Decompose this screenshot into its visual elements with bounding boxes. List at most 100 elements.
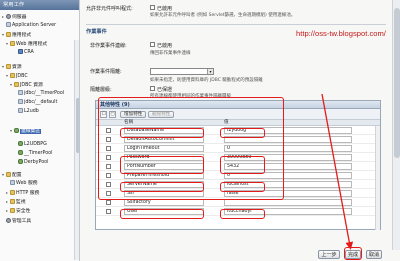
property-value-input[interactable]: 0 — [224, 172, 352, 179]
properties-toolbar: ☐ ▢ 增加特性 刪除特性 — [96, 109, 380, 120]
database-icon — [18, 159, 23, 164]
allow-non-component-help: 如果允許非元件呼叫者 (例如 Servlet篩選，生命週期模組) 使用連線池。 — [150, 13, 296, 18]
tree-item-admin-tools[interactable]: 管理工具 — [2, 217, 31, 226]
table-row: ServerName localhost — [96, 180, 380, 189]
row-checkbox[interactable] — [106, 128, 111, 133]
tree-item-applications[interactable]: ▾ 應用程式 — [2, 30, 31, 39]
row-checkbox[interactable] — [106, 182, 111, 187]
property-value-input[interactable] — [224, 199, 352, 206]
properties-scrollbar[interactable] — [375, 126, 380, 230]
tree-item-server[interactable]: ▸ 伺服器 — [2, 12, 26, 21]
property-name-input[interactable]: Sslfactory — [124, 199, 204, 206]
table-row: User itucchaoyi — [96, 207, 380, 216]
tree-item-jdbc-resources[interactable]: ▾ JDBC 資源 — [10, 80, 43, 89]
property-value-input[interactable]: 5432 — [224, 163, 352, 170]
tree-item-security[interactable]: ▸ 安全性 — [6, 206, 30, 215]
guaranteed-checkbox[interactable] — [150, 86, 155, 91]
folder-icon — [10, 199, 15, 204]
tree-item-configuration[interactable]: ▾ 配置 — [2, 170, 22, 179]
property-value-input[interactable]: l2ydoog — [224, 127, 352, 134]
allow-non-component-checkbox[interactable] — [150, 5, 155, 10]
gear-icon — [6, 218, 11, 223]
tree-item-jdbc-default[interactable]: jdbc/__default — [18, 98, 57, 107]
tree-item-web-services[interactable]: Web 服務 — [10, 179, 38, 188]
allow-non-component-checkbox-label: 已啟用 — [157, 6, 173, 12]
property-name-input[interactable]: ServerName — [124, 181, 204, 188]
non-transactional-help: 傳回非作業事件連線 — [150, 51, 191, 56]
properties-rows: DatabaseName l2ydoog DefaultAutoCommit Lo… — [96, 126, 380, 226]
chevron-down-icon[interactable]: ▾ — [207, 69, 213, 74]
property-name-input[interactable]: DatabaseName — [124, 127, 204, 134]
row-checkbox[interactable] — [106, 155, 111, 160]
isolation-level-label: 隔離層級: — [90, 87, 112, 93]
row-checkbox[interactable] — [106, 191, 111, 196]
delete-property-button[interactable]: 刪除特性 — [148, 111, 175, 118]
property-name-input[interactable]: LoginTimeout — [124, 145, 204, 152]
previous-button[interactable]: 上一步 — [318, 250, 340, 259]
folder-icon — [10, 41, 15, 46]
tree-item-cra[interactable]: CRA — [14, 48, 34, 57]
table-row: Sslfactory — [96, 198, 380, 207]
isolation-select[interactable]: ▾ — [150, 68, 214, 75]
property-name-input[interactable]: Ssl — [124, 190, 204, 197]
sidebar-scroll-thumb[interactable] — [75, 98, 80, 153]
tree-item-l2udb[interactable]: L2udb — [18, 107, 39, 116]
tree-item-resources[interactable]: ▾ 資源 — [2, 62, 22, 71]
table-row: DefaultAutoCommit — [96, 135, 380, 144]
properties-table: 其他特性 (9) ☐ ▢ 增加特性 刪除特性 名稱 值 DatabaseName… — [95, 100, 381, 230]
sidebar-title: 常用工作 — [0, 0, 79, 10]
property-value-input[interactable]: false — [224, 190, 352, 197]
property-name-input[interactable]: User — [124, 208, 204, 215]
database-icon — [14, 128, 19, 133]
tree-item-connection-pools[interactable]: ▾ 連線集區 — [10, 126, 42, 135]
property-name-input[interactable]: PortNumber — [124, 163, 204, 170]
non-transactional-checkbox-label: 已啟用 — [157, 43, 173, 49]
non-transactional-label: 非作業事件連線: — [90, 43, 127, 49]
document-icon — [6, 22, 11, 27]
server-icon — [6, 14, 11, 19]
tree-item-l2udbpg[interactable]: L2UDBPG — [18, 140, 47, 149]
property-name-input[interactable]: DefaultAutoCommit — [124, 136, 204, 143]
tree-item-timerpool[interactable]: __TimerPool — [18, 149, 52, 158]
table-row: PortNumber 5432 — [96, 162, 380, 171]
tree-item-monitoring[interactable]: ▸ 監視 — [6, 197, 26, 206]
row-checkbox[interactable] — [106, 173, 111, 178]
tree-item-jdbc-timerpool[interactable]: jdbc/__TimerPool — [18, 89, 64, 98]
property-value-input[interactable]: 0 — [224, 145, 352, 152]
folder-icon — [10, 73, 15, 78]
property-name-input[interactable]: PrepareThreshold — [124, 172, 204, 179]
property-value-input[interactable]: 39099889 — [224, 154, 352, 161]
guaranteed-checkbox-label: 已保證 — [157, 87, 173, 93]
folder-icon — [6, 172, 11, 177]
table-row: DatabaseName l2ydoog — [96, 126, 380, 135]
main-scroll-thumb[interactable] — [394, 8, 400, 158]
row-checkbox[interactable] — [106, 137, 111, 142]
deselect-all-icon[interactable]: ▢ — [109, 111, 116, 118]
select-all-icon[interactable]: ☐ — [100, 111, 107, 118]
tree-item-application-server[interactable]: Application Server — [2, 21, 56, 30]
property-value-input[interactable]: localhost — [224, 181, 352, 188]
folder-icon — [6, 64, 11, 69]
row-checkbox[interactable] — [106, 209, 111, 214]
document-icon — [10, 180, 15, 185]
tree-item-derbypool[interactable]: DerbyPool — [18, 158, 48, 167]
row-checkbox[interactable] — [106, 164, 111, 169]
non-transactional-checkbox[interactable] — [150, 42, 155, 47]
allow-non-component-label: 允許非元件呼叫程式: — [86, 6, 133, 12]
finish-button[interactable]: 完成 — [345, 250, 361, 259]
property-name-input[interactable]: Password — [124, 154, 204, 161]
property-value-input[interactable] — [224, 136, 352, 143]
table-row: Ssl false — [96, 189, 380, 198]
add-property-button[interactable]: 增加特性 — [120, 111, 147, 118]
folder-icon — [6, 32, 11, 37]
property-value-input[interactable]: itucchaoyi — [224, 208, 352, 215]
cancel-button[interactable]: 取消 — [366, 250, 382, 259]
document-icon — [18, 108, 23, 113]
main-scrollbar[interactable] — [392, 0, 400, 250]
tree-item-web-applications[interactable]: ▾ Web 應用程式 — [6, 39, 47, 48]
row-checkbox[interactable] — [106, 200, 111, 205]
row-checkbox[interactable] — [106, 146, 111, 151]
sidebar-scrollbar[interactable] — [74, 40, 80, 260]
tree-item-jdbc[interactable]: ▾ JDBC — [6, 71, 28, 80]
tree-item-http-services[interactable]: ▸ HTTP 服務 — [6, 188, 39, 197]
